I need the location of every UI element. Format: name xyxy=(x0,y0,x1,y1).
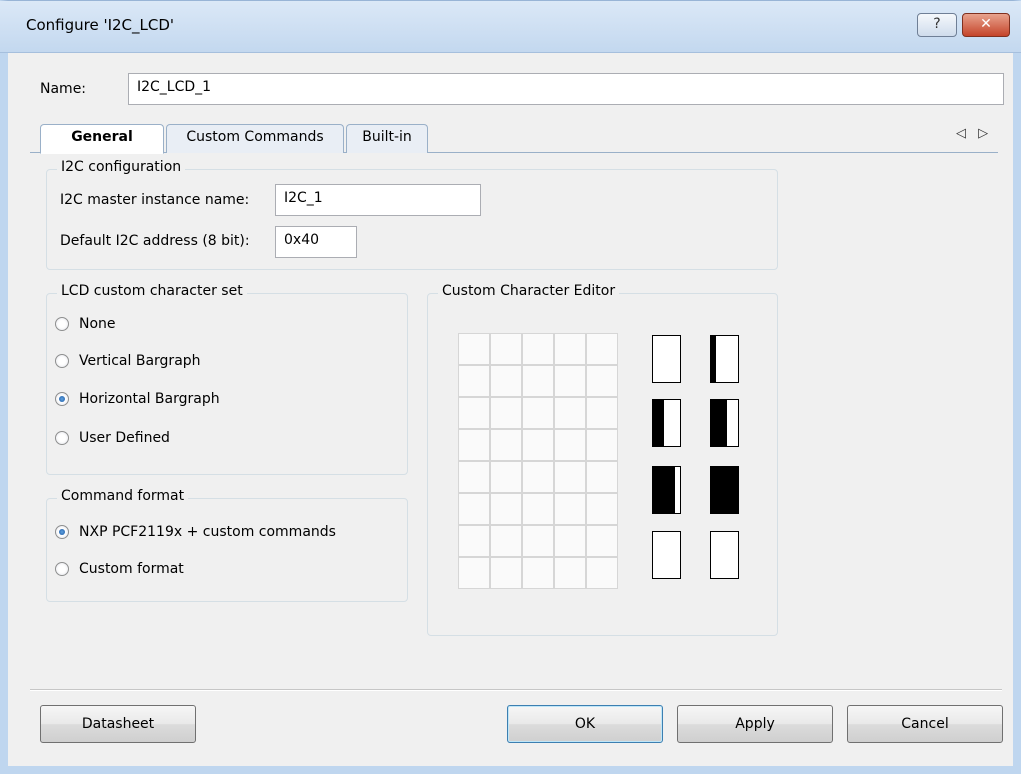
radio-vertical-bargraph-indicator[interactable] xyxy=(55,354,69,368)
radio-none[interactable]: None xyxy=(55,316,116,332)
radio-user-defined-label: User Defined xyxy=(79,430,170,446)
name-label: Name: xyxy=(40,81,87,97)
preview-character xyxy=(710,466,739,514)
i2c-instance-label: I2C master instance name: xyxy=(60,192,250,208)
grid-cell[interactable] xyxy=(554,429,586,461)
i2c-address-input[interactable]: 0x40 xyxy=(275,226,357,258)
preview-character xyxy=(710,399,739,447)
radio-custom-format-label: Custom format xyxy=(79,561,184,577)
close-button[interactable]: ✕ xyxy=(962,13,1010,37)
grid-cell[interactable] xyxy=(458,525,490,557)
grid-cell[interactable] xyxy=(586,397,618,429)
preview-character xyxy=(710,335,739,383)
grid-cell[interactable] xyxy=(554,365,586,397)
grid-cell[interactable] xyxy=(490,429,522,461)
i2c-instance-input[interactable]: I2C_1 xyxy=(275,184,481,216)
radio-horizontal-bargraph-indicator[interactable] xyxy=(55,392,69,406)
grid-cell[interactable] xyxy=(586,461,618,493)
preview-character xyxy=(710,531,739,579)
radio-user-defined-indicator[interactable] xyxy=(55,431,69,445)
grid-cell[interactable] xyxy=(554,493,586,525)
grid-cell[interactable] xyxy=(522,461,554,493)
grid-cell[interactable] xyxy=(458,493,490,525)
grid-cell[interactable] xyxy=(554,397,586,429)
grid-cell[interactable] xyxy=(490,365,522,397)
grid-cell[interactable] xyxy=(586,525,618,557)
ok-button[interactable]: OK xyxy=(507,705,663,743)
radio-vertical-bargraph[interactable]: Vertical Bargraph xyxy=(55,353,201,369)
grid-cell[interactable] xyxy=(490,493,522,525)
grid-cell[interactable] xyxy=(490,461,522,493)
preview-character xyxy=(652,399,681,447)
window-title: Configure 'I2C_LCD' xyxy=(26,16,175,34)
custom-character-editor-title: Custom Character Editor xyxy=(438,283,620,299)
i2c-address-label: Default I2C address (8 bit): xyxy=(60,233,250,249)
preview-character-fill xyxy=(653,400,664,446)
grid-cell[interactable] xyxy=(522,429,554,461)
grid-cell[interactable] xyxy=(490,525,522,557)
datasheet-button[interactable]: Datasheet xyxy=(40,705,196,743)
radio-nxp-format-label: NXP PCF2119x + custom commands xyxy=(79,524,336,540)
apply-button[interactable]: Apply xyxy=(677,705,833,743)
preview-character-fill xyxy=(711,467,738,513)
i2c-configuration-title: I2C configuration xyxy=(57,159,186,175)
radio-vertical-bargraph-label: Vertical Bargraph xyxy=(79,353,201,369)
preview-character-fill xyxy=(711,336,717,382)
preview-character xyxy=(652,335,681,383)
grid-cell[interactable] xyxy=(458,397,490,429)
grid-cell[interactable] xyxy=(522,365,554,397)
command-format-group: Command format xyxy=(46,488,408,602)
radio-nxp-format-indicator[interactable] xyxy=(55,525,69,539)
radio-custom-format-indicator[interactable] xyxy=(55,562,69,576)
radio-user-defined[interactable]: User Defined xyxy=(55,430,170,446)
grid-cell[interactable] xyxy=(458,429,490,461)
grid-cell[interactable] xyxy=(586,557,618,589)
tab-built-in[interactable]: Built-in xyxy=(346,124,428,153)
grid-cell[interactable] xyxy=(522,397,554,429)
radio-none-label: None xyxy=(79,316,116,332)
tab-scroll-arrows-icon[interactable]: ◁ ▷ xyxy=(956,126,992,141)
radio-nxp-format[interactable]: NXP PCF2119x + custom commands xyxy=(55,524,336,540)
radio-horizontal-bargraph-label: Horizontal Bargraph xyxy=(79,391,220,407)
title-bar[interactable]: Configure 'I2C_LCD' ? ✕ xyxy=(0,1,1021,53)
grid-cell[interactable] xyxy=(458,365,490,397)
cancel-button[interactable]: Cancel xyxy=(847,705,1003,743)
grid-cell[interactable] xyxy=(522,557,554,589)
grid-cell[interactable] xyxy=(458,461,490,493)
charset-title: LCD custom character set xyxy=(57,283,247,299)
grid-cell[interactable] xyxy=(458,557,490,589)
name-input[interactable]: I2C_LCD_1 xyxy=(128,73,1004,105)
tab-general[interactable]: General xyxy=(40,124,164,154)
radio-custom-format[interactable]: Custom format xyxy=(55,561,184,577)
grid-cell[interactable] xyxy=(554,557,586,589)
grid-cell[interactable] xyxy=(554,333,586,365)
grid-cell[interactable] xyxy=(554,525,586,557)
grid-cell[interactable] xyxy=(458,333,490,365)
grid-cell[interactable] xyxy=(490,557,522,589)
grid-cell[interactable] xyxy=(554,461,586,493)
grid-cell[interactable] xyxy=(490,333,522,365)
command-format-title: Command format xyxy=(57,488,189,504)
grid-cell[interactable] xyxy=(490,397,522,429)
tab-custom-commands[interactable]: Custom Commands xyxy=(166,124,344,153)
radio-horizontal-bargraph[interactable]: Horizontal Bargraph xyxy=(55,391,220,407)
radio-none-indicator[interactable] xyxy=(55,317,69,331)
button-separator xyxy=(30,689,1002,691)
preview-character-fill xyxy=(711,400,728,446)
preview-character xyxy=(652,466,681,514)
preview-character xyxy=(652,531,681,579)
help-button[interactable]: ? xyxy=(917,13,957,37)
grid-cell[interactable] xyxy=(586,333,618,365)
grid-cell[interactable] xyxy=(522,525,554,557)
grid-cell[interactable] xyxy=(522,333,554,365)
grid-cell[interactable] xyxy=(586,493,618,525)
preview-character-fill xyxy=(653,467,675,513)
grid-cell[interactable] xyxy=(586,429,618,461)
grid-cell[interactable] xyxy=(586,365,618,397)
grid-cell[interactable] xyxy=(522,493,554,525)
